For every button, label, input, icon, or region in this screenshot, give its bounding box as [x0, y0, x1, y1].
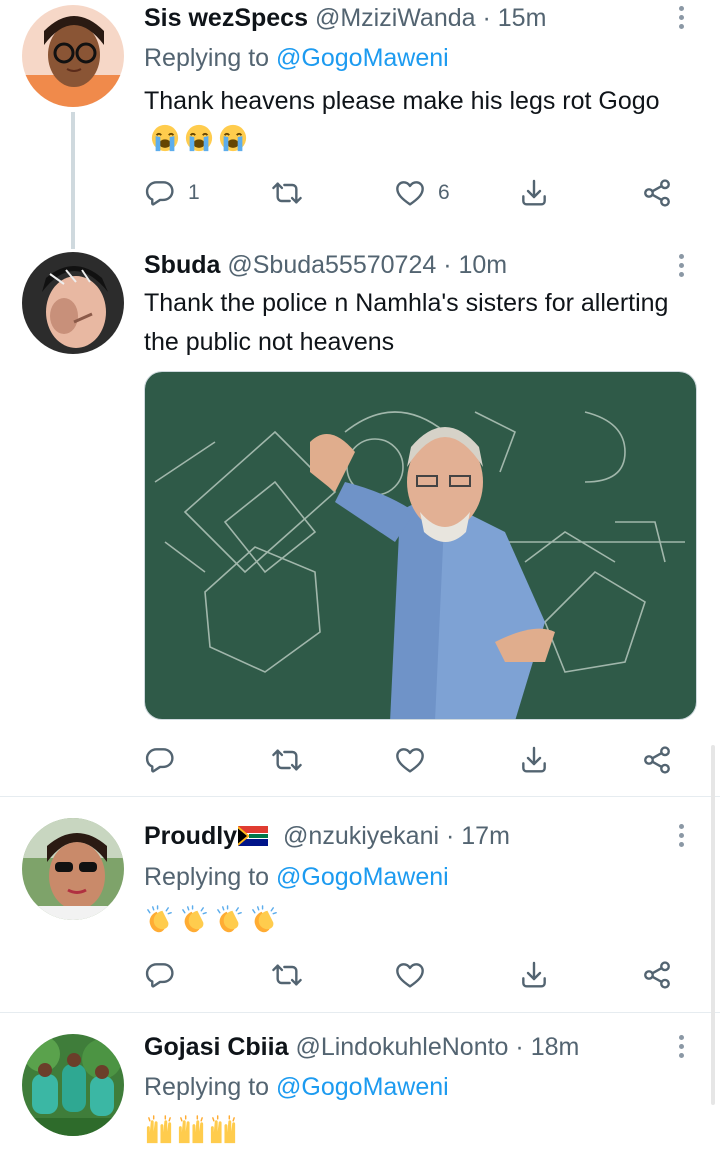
- reply-icon: [144, 177, 176, 209]
- scrollbar[interactable]: [711, 745, 715, 1105]
- clapping-hands-emoji: [249, 904, 280, 935]
- photo-professor-at-chalkboard: [145, 372, 696, 719]
- divider: [0, 1012, 720, 1013]
- separator: ·: [482, 4, 491, 32]
- mention-link[interactable]: @GogoMaweni: [276, 1073, 449, 1101]
- reply-button[interactable]: 1: [144, 173, 200, 213]
- raising-hands-emoji: [176, 1114, 207, 1145]
- share-icon: [641, 959, 673, 991]
- username[interactable]: @Sbuda55570724: [227, 251, 436, 279]
- display-name[interactable]: Sis wezSpecs: [144, 4, 308, 32]
- avatar[interactable]: [22, 5, 124, 107]
- timestamp[interactable]: 18m: [531, 1033, 580, 1061]
- like-button[interactable]: 6: [394, 173, 450, 213]
- share-button[interactable]: [641, 740, 673, 780]
- tweet-actions: 1 6: [144, 173, 684, 213]
- bookmark-button[interactable]: [518, 173, 550, 213]
- like-icon: [394, 744, 426, 776]
- avatar[interactable]: [22, 818, 124, 920]
- tweet-header: Sbuda @Sbuda55570724 · 10m: [144, 249, 507, 281]
- timestamp[interactable]: 10m: [459, 251, 508, 279]
- retweet-button[interactable]: [271, 173, 303, 213]
- replying-prefix: Replying to: [144, 863, 277, 891]
- clapping-hands-emoji: [214, 904, 245, 935]
- more-options-button[interactable]: [670, 3, 694, 33]
- display-name[interactable]: Sbuda: [144, 251, 220, 279]
- retweet-icon: [271, 177, 303, 209]
- like-icon: [394, 959, 426, 991]
- like-icon: [394, 177, 426, 209]
- like-count: 6: [438, 181, 450, 204]
- avatar[interactable]: [22, 252, 124, 354]
- loudly-crying-face-emoji: [184, 123, 214, 153]
- username[interactable]: @MziziWanda: [315, 4, 476, 32]
- tweet-text-content: Thank heavens please make his legs rot G…: [144, 87, 660, 115]
- timestamp[interactable]: 17m: [461, 822, 510, 850]
- more-options-button[interactable]: [670, 821, 694, 851]
- divider: [0, 796, 720, 797]
- username[interactable]: @nzukiyekani: [283, 822, 439, 850]
- tweet-media-photo[interactable]: [144, 371, 697, 720]
- reply-count: 1: [188, 181, 200, 204]
- bookmark-button[interactable]: [518, 740, 550, 780]
- reply-button[interactable]: [144, 955, 176, 995]
- thread-connector-line: [71, 112, 75, 249]
- timestamp[interactable]: 15m: [498, 4, 547, 32]
- tweet-header: Proudly @nzukiyekani · 17m: [144, 820, 510, 852]
- like-button[interactable]: [394, 955, 426, 995]
- display-name[interactable]: Proudly: [144, 822, 237, 850]
- tweet-text: Thank the police n Namhla's sisters for …: [144, 289, 669, 356]
- tweet-actions: [144, 740, 684, 780]
- clapping-hands-emoji: [144, 904, 175, 935]
- retweet-icon: [271, 744, 303, 776]
- separator: ·: [443, 251, 452, 279]
- bookmark-button[interactable]: [518, 955, 550, 995]
- replying-to: Replying to @GogoMaweni: [144, 42, 449, 74]
- separator: ·: [515, 1033, 524, 1061]
- share-icon: [641, 177, 673, 209]
- bookmark-icon: [518, 744, 550, 776]
- share-button[interactable]: [641, 173, 673, 213]
- retweet-button[interactable]: [271, 955, 303, 995]
- more-options-button[interactable]: [670, 251, 694, 281]
- share-icon: [641, 744, 673, 776]
- bookmark-icon: [518, 959, 550, 991]
- raising-hands-emoji: [208, 1114, 239, 1145]
- separator: ·: [446, 822, 455, 850]
- display-name[interactable]: Gojasi Cbiia: [144, 1033, 288, 1061]
- mention-link[interactable]: @GogoMaweni: [276, 44, 449, 72]
- raising-hands-emoji: [144, 1114, 175, 1145]
- clapping-hands-emoji: [179, 904, 210, 935]
- reply-icon: [144, 744, 176, 776]
- south-africa-flag: [238, 826, 269, 846]
- tweet-actions: [144, 955, 684, 995]
- retweet-icon: [271, 959, 303, 991]
- reply-icon: [144, 959, 176, 991]
- tweet-header: Gojasi Cbiia @LindokuhleNonto · 18m: [144, 1031, 579, 1063]
- avatar[interactable]: [22, 1034, 124, 1136]
- retweet-button[interactable]: [271, 740, 303, 780]
- like-button[interactable]: [394, 740, 426, 780]
- username[interactable]: @LindokuhleNonto: [295, 1033, 508, 1061]
- replying-prefix: Replying to: [144, 44, 277, 72]
- replying-to: Replying to @GogoMaweni: [144, 861, 449, 893]
- share-button[interactable]: [641, 955, 673, 995]
- replying-to: Replying to @GogoMaweni: [144, 1071, 449, 1103]
- mention-link[interactable]: @GogoMaweni: [276, 863, 449, 891]
- loudly-crying-face-emoji: [218, 123, 248, 153]
- bookmark-icon: [518, 177, 550, 209]
- loudly-crying-face-emoji: [150, 123, 180, 153]
- tweet-text: Thank heavens please make his legs rot G…: [144, 82, 684, 160]
- more-options-button[interactable]: [670, 1032, 694, 1062]
- reply-button[interactable]: [144, 740, 176, 780]
- tweet-text: [144, 1114, 243, 1145]
- tweet-header: Sis wezSpecs @MziziWanda · 15m: [144, 2, 546, 34]
- replying-prefix: Replying to: [144, 1073, 277, 1101]
- tweet-text: [144, 904, 284, 935]
